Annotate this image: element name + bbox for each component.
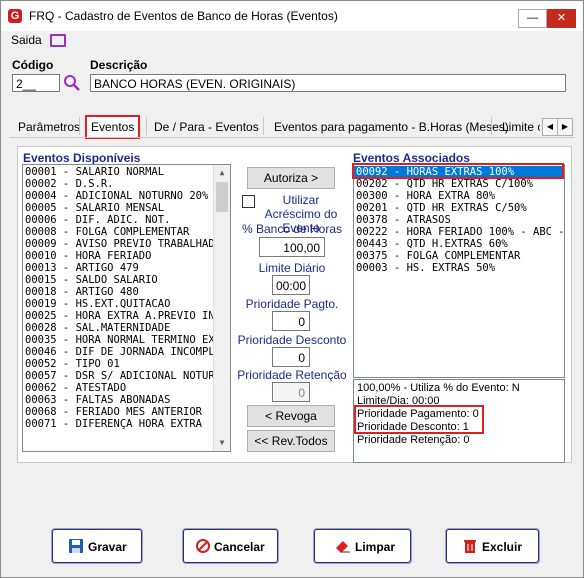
scroll-thumb[interactable] — [216, 182, 228, 212]
tab-separator — [79, 117, 80, 135]
disponiveis-scrollbar[interactable]: ▲ ▼ — [213, 165, 230, 451]
list-item[interactable]: 00028 - SAL.MATERNIDADE — [23, 322, 213, 334]
limpar-label: Limpar — [355, 540, 396, 554]
tab-limite[interactable]: Limite c — [502, 118, 540, 136]
list-item[interactable]: 00025 - HORA EXTRA A.PREVIO INDE — [23, 310, 213, 322]
scroll-up-icon[interactable]: ▲ — [214, 165, 230, 181]
disponiveis-title: Eventos Disponíveis — [23, 151, 141, 165]
prio-pagto-input[interactable]: 0 — [272, 311, 310, 331]
trash-icon — [463, 539, 477, 553]
list-item[interactable]: 00010 - HORA FERIADO — [23, 250, 213, 262]
codigo-label: Código — [12, 58, 54, 72]
prio-retencao-label: Prioridade Retenção — [237, 368, 347, 382]
list-item[interactable]: 00018 - ARTIGO 480 — [23, 286, 213, 298]
cancel-icon — [196, 539, 210, 553]
list-item[interactable]: 00063 - FALTAS ABONADAS — [23, 394, 213, 406]
prio-pagto-label: Prioridade Pagto. — [245, 297, 339, 311]
limpar-button[interactable]: Limpar — [314, 529, 411, 563]
list-item[interactable]: 00071 - DIFERENÇA HORA EXTRA — [23, 418, 213, 430]
tab-de-para-eventos[interactable]: De / Para - Eventos — [154, 118, 259, 136]
list-item[interactable]: 00008 - FOLGA COMPLEMENTAR — [23, 226, 213, 238]
autoriza-button[interactable]: Autoriza > — [247, 167, 335, 189]
associados-list[interactable]: 00092 - HORAS EXTRAS 100% 00202 - QTD HR … — [353, 164, 565, 378]
associados-rows: 00092 - HORAS EXTRAS 100% 00202 - QTD HR … — [354, 166, 564, 274]
list-item[interactable]: 00035 - HORA NORMAL TERMINO EX — [23, 334, 213, 346]
list-item[interactable]: 00003 - HS. EXTRAS 50% — [354, 262, 564, 274]
tab-scroll-left-icon[interactable]: ◀ — [542, 118, 558, 136]
list-item[interactable]: 00443 - QTD H.EXTRAS 60% — [354, 238, 564, 250]
window-title: FRQ - Cadastro de Eventos de Banco de Ho… — [29, 9, 338, 23]
list-item[interactable]: 00068 - FERIADO MES ANTERIOR — [23, 406, 213, 418]
app-logo-icon: G — [8, 9, 22, 23]
tab-parametros[interactable]: Parâmetros — [18, 118, 80, 136]
search-icon[interactable] — [63, 74, 81, 92]
monitor-icon[interactable] — [50, 34, 66, 47]
selected-item-highlight — [352, 163, 564, 179]
limite-diario-input[interactable]: 00:00 — [272, 275, 310, 295]
list-item[interactable]: 00201 - QTD HR EXTRAS C/50% — [354, 202, 564, 214]
prioridades-highlight — [354, 405, 484, 434]
tab-separator — [263, 117, 264, 135]
info-line-percent: 100,00% - Utiliza % do Evento: N — [357, 382, 520, 394]
descricao-label: Descrição — [90, 58, 148, 72]
list-item[interactable]: 00004 - ADICIONAL NOTURNO 20% — [23, 190, 213, 202]
list-item[interactable]: 00009 - AVISO PREVIO TRABALHADO — [23, 238, 213, 250]
list-item[interactable]: 00019 - HS.EXT.QUITACAO — [23, 298, 213, 310]
list-item[interactable]: 00002 - D.S.R. — [23, 178, 213, 190]
list-item[interactable]: 00015 - SALDO SALARIO — [23, 274, 213, 286]
list-item[interactable]: 00006 - DIF. ADIC. NOT. — [23, 214, 213, 226]
menu-saida[interactable]: Saida — [11, 33, 42, 47]
prio-desconto-label: Prioridade Desconto — [237, 333, 347, 347]
tabs-divider — [9, 137, 575, 138]
excluir-label: Excluir — [482, 540, 523, 554]
limite-diario-label: Limite Diário — [258, 261, 326, 275]
list-item[interactable]: 00375 - FOLGA COMPLEMENTAR — [354, 250, 564, 262]
list-item[interactable]: 00013 - ARTIGO 479 — [23, 262, 213, 274]
tab-separator — [491, 117, 492, 135]
info-line-prio-retencao: Prioridade Retenção: 0 — [357, 434, 470, 446]
list-item[interactable]: 00062 - ATESTADO — [23, 382, 213, 394]
utilizar-acrescimo-checkbox[interactable] — [242, 195, 255, 208]
list-item[interactable]: 00202 - QTD HR EXTRAS C/100% — [354, 178, 564, 190]
descricao-input[interactable]: BANCO HORAS (EVEN. ORIGINAIS) — [90, 74, 566, 92]
disponiveis-list[interactable]: 00001 - SALARIO NORMAL 00002 - D.S.R. 0000… — [22, 164, 231, 452]
close-button[interactable]: ✕ — [547, 9, 576, 28]
scroll-down-icon[interactable]: ▼ — [214, 435, 230, 451]
pct-banco-label: % Banco de Horas — [241, 222, 343, 236]
pct-banco-input[interactable]: 100,00 — [259, 237, 325, 257]
codigo-input[interactable]: 2__ — [12, 74, 60, 92]
list-item[interactable]: 00222 - HORA FERIADO 100% - ABC - HO — [354, 226, 564, 238]
list-item[interactable]: 00378 - ATRASOS — [354, 214, 564, 226]
list-item[interactable]: 00057 - DSR S/ ADICIONAL NOTURN — [23, 370, 213, 382]
revoga-button[interactable]: < Revoga — [247, 405, 335, 427]
list-item[interactable]: 00001 - SALARIO NORMAL — [23, 166, 213, 178]
gravar-label: Gravar — [88, 540, 127, 554]
list-item[interactable]: 00052 - TIPO 01 — [23, 358, 213, 370]
prio-desconto-input[interactable]: 0 — [272, 347, 310, 367]
title-bar: G FRQ - Cadastro de Eventos de Banco de … — [1, 1, 583, 31]
gravar-button[interactable]: Gravar — [52, 529, 142, 563]
tab-separator — [146, 117, 147, 135]
minimize-button[interactable]: — — [518, 9, 547, 28]
cancelar-label: Cancelar — [214, 540, 265, 554]
list-item[interactable]: 00046 - DIF DE JORNADA INCOMPLE — [23, 346, 213, 358]
tab-eventos[interactable]: Eventos — [85, 115, 141, 139]
save-icon — [69, 539, 83, 553]
eraser-icon — [335, 539, 350, 553]
menu-saida-label: Saida — [11, 33, 42, 47]
tab-scroll-right-icon[interactable]: ▶ — [557, 118, 573, 136]
disponiveis-rows: 00001 - SALARIO NORMAL 00002 - D.S.R. 0000… — [23, 166, 213, 430]
list-item[interactable]: 00300 - HORA EXTRA 80% — [354, 190, 564, 202]
rev-todos-button[interactable]: << Rev.Todos — [247, 430, 335, 452]
main-window: G FRQ - Cadastro de Eventos de Banco de … — [0, 0, 584, 578]
tab-eventos-pagamento[interactable]: Eventos para pagamento - B.Horas (Meses) — [274, 118, 509, 136]
prio-retencao-input: 0 — [272, 382, 310, 402]
list-item[interactable]: 00005 - SALARIO MENSAL — [23, 202, 213, 214]
excluir-button[interactable]: Excluir — [446, 529, 539, 563]
cancelar-button[interactable]: Cancelar — [183, 529, 278, 563]
